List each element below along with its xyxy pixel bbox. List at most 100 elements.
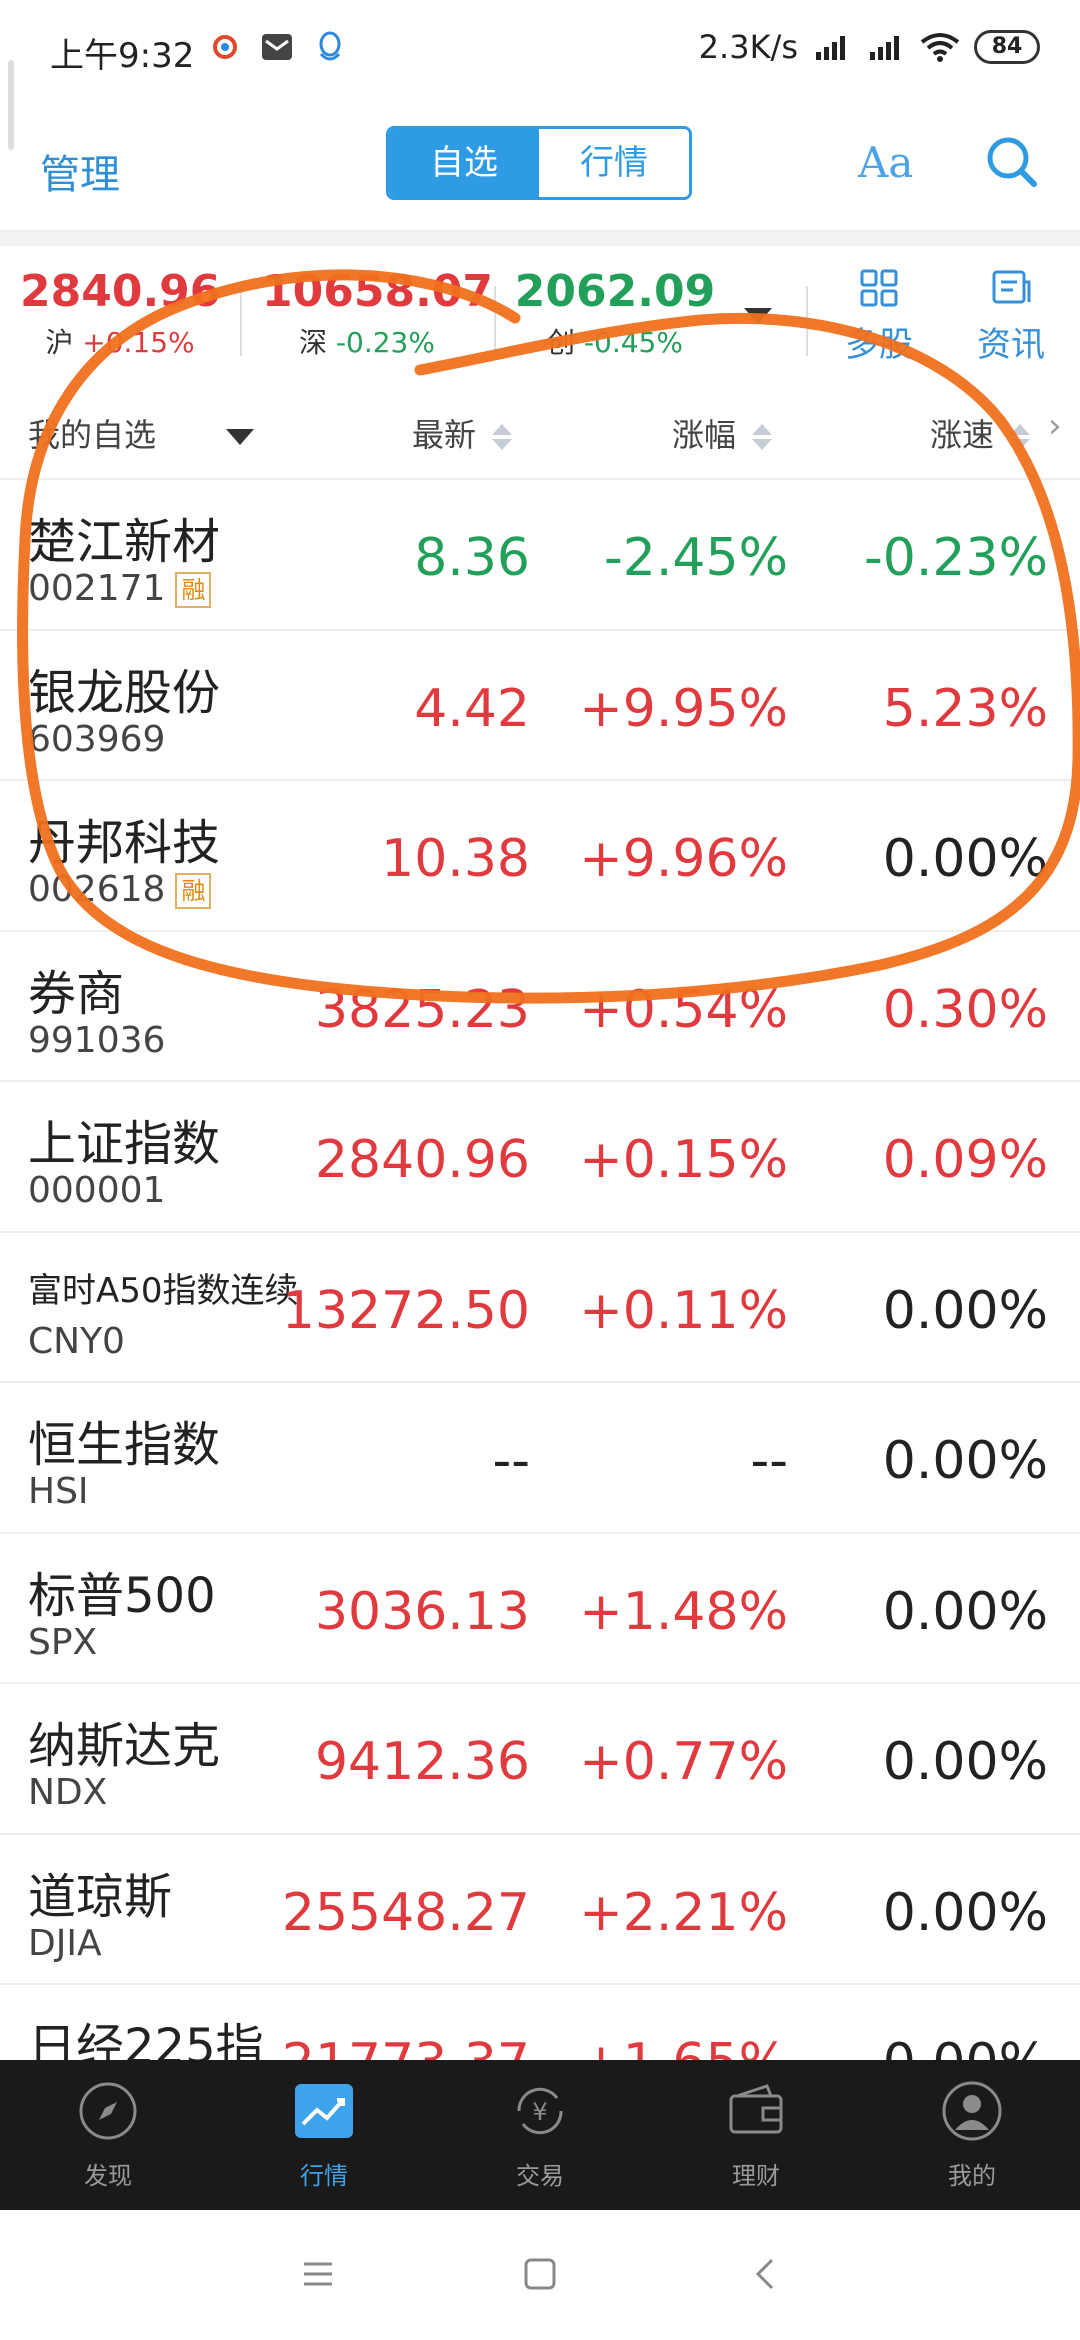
tab-trade[interactable]: ¥ 交易 [432, 2060, 648, 2210]
search-icon [987, 137, 1037, 187]
tab-label: 发现 [84, 2162, 132, 2190]
tab-label: 交易 [516, 2162, 564, 2190]
table-row[interactable]: 楚江新材 002171 融 8.36 -2.45% -0.23% [0, 480, 1080, 631]
speed: 5.23% [882, 678, 1048, 739]
sort-icon [492, 424, 513, 450]
margin-badge: 融 [175, 572, 212, 608]
margin-badge: 融 [175, 873, 212, 909]
home-nav-button[interactable] [522, 2256, 558, 2296]
chevron-right-icon[interactable]: › [1048, 406, 1062, 446]
change-pct: +0.54% [579, 979, 788, 1040]
news-icon [992, 270, 1031, 304]
tab-discover[interactable]: 发现 [0, 2060, 216, 2210]
speed: 0.00% [882, 829, 1048, 889]
speed: 0.00% [882, 1280, 1048, 1341]
stock-name: 纳斯达克 [28, 1718, 221, 1774]
table-row[interactable]: 日经225指 21773.37 +1.65% 0.00% [0, 1985, 1080, 2060]
segment-watchlist[interactable]: 自选 [389, 129, 539, 197]
search-button[interactable] [984, 134, 1040, 194]
stock-name: 银龙股份 [28, 664, 221, 721]
bottom-tab-bar: 发现 行情 ¥ 交易 理财 我的 [0, 2060, 1080, 2210]
stock-code: 002618 [28, 869, 166, 910]
stock-name: 恒生指数 [28, 1417, 221, 1473]
index-sz[interactable]: 10658.07 深 -0.23% [262, 266, 494, 361]
index-cy[interactable]: 2062.09 创 -0.45% [510, 266, 720, 361]
price: 10.38 [381, 829, 530, 889]
table-row[interactable]: 券商 991036 3825.23 +0.54% 0.30% [0, 931, 1080, 1082]
tab-mine[interactable]: 我的 [864, 2060, 1080, 2210]
status-notification-icons [212, 30, 344, 64]
stock-name: 丹邦科技 [28, 815, 221, 871]
segment-control: 自选 行情 [386, 126, 692, 200]
change-pct: +0.77% [579, 1732, 788, 1792]
column-label: 最新 [412, 416, 477, 454]
speed: 0.00% [882, 1581, 1048, 1642]
back-arrow-icon [755, 2258, 774, 2290]
home-square-icon [524, 2258, 556, 2290]
stock-code: SPX [28, 1621, 98, 1663]
index-label: 沪 [45, 326, 74, 359]
stock-code: NDX [28, 1772, 108, 1813]
change-pct: +2.21% [579, 1882, 788, 1943]
table-row[interactable]: 银龙股份 603969 4.42 +9.95% 5.23% [0, 630, 1080, 781]
speed: 0.00% [882, 1431, 1048, 1491]
column-label: 涨速 [930, 416, 995, 454]
index-sh[interactable]: 2840.96 沪 +0.15% [20, 266, 220, 361]
dropdown-arrow-icon [226, 429, 255, 445]
group-name: 我的自选 [28, 416, 157, 454]
index-strip: 2840.96 沪 +0.15% 10658.07 深 -0.23% 2062.… [0, 246, 1080, 376]
table-row[interactable]: 富时A50指数连续 CNY0 13272.50 +0.11% 0.00% [0, 1232, 1080, 1383]
table-row[interactable]: 纳斯达克 NDX 9412.36 +0.77% 0.00% [0, 1684, 1080, 1835]
price: 9412.36 [314, 1732, 530, 1792]
index-change: -0.23% [335, 326, 435, 359]
wifi-icon [920, 33, 960, 62]
speed: 0.00% [768, 2033, 1048, 2060]
mail-notification-icon [262, 34, 292, 60]
trend-icon [295, 2084, 353, 2138]
index-label: 创 [547, 326, 576, 359]
sort-speed[interactable]: 涨速 [930, 410, 1031, 456]
news-button[interactable]: 资讯 [966, 268, 1056, 366]
tab-label: 理财 [732, 2162, 780, 2190]
group-selector[interactable]: 我的自选 [28, 410, 255, 456]
segment-market[interactable]: 行情 [539, 129, 689, 197]
table-row[interactable]: 丹邦科技 002618 融 10.38 +9.96% 0.00% [0, 781, 1080, 932]
status-bar: 上午9:32 2.3K/s 84 [0, 0, 1080, 100]
stock-code: DJIA [28, 1922, 102, 1964]
status-right: 2.3K/s 84 [699, 28, 1040, 66]
price: 21773.37 [250, 2033, 530, 2060]
divider [240, 286, 242, 356]
net-speed: 2.3K/s [698, 28, 798, 66]
tab-finance[interactable]: 理财 [648, 2060, 864, 2210]
divider [494, 286, 496, 356]
index-value: 2062.09 [514, 266, 716, 317]
index-value: 10658.07 [262, 266, 494, 317]
price: 3825.23 [314, 979, 530, 1040]
stock-name: 标普500 [28, 1567, 216, 1624]
change-pct: -2.45% [604, 528, 788, 588]
multi-stock-label: 多股 [845, 325, 913, 365]
speed: -0.23% [864, 528, 1048, 588]
back-nav-button[interactable] [748, 2256, 784, 2296]
font-size-button[interactable]: Aa [858, 138, 913, 187]
status-time: 上午9:32 [50, 36, 195, 76]
table-row[interactable]: 标普500 SPX 3036.13 +1.48% 0.00% [0, 1533, 1080, 1684]
multi-stock-button[interactable]: 多股 [834, 268, 924, 366]
index-expand-arrow-icon[interactable] [744, 308, 772, 324]
tab-market[interactable]: 行情 [216, 2060, 432, 2210]
browser-notification-icon [213, 35, 237, 59]
sort-icon [1010, 424, 1031, 450]
table-row[interactable]: 上证指数 000001 2840.96 +0.15% 0.09% [0, 1082, 1080, 1233]
stock-name: 券商 [28, 965, 125, 1022]
sort-icon [752, 424, 773, 450]
sort-change[interactable]: 涨幅 [672, 410, 773, 456]
system-nav-bar [0, 2210, 1080, 2340]
table-row[interactable]: 道琼斯 DJIA 25548.27 +2.21% 0.00% [0, 1834, 1080, 1985]
table-row[interactable]: 恒生指数 HSI -- -- 0.00% [0, 1383, 1080, 1534]
manage-button[interactable]: 管理 [40, 142, 120, 200]
menu-nav-button[interactable] [300, 2256, 336, 2296]
sort-latest[interactable]: 最新 [412, 410, 513, 456]
stock-code: 002171 [28, 568, 166, 609]
price: 25548.27 [281, 1882, 530, 1943]
app-header: 管理 自选 行情 Aa [0, 100, 1080, 230]
